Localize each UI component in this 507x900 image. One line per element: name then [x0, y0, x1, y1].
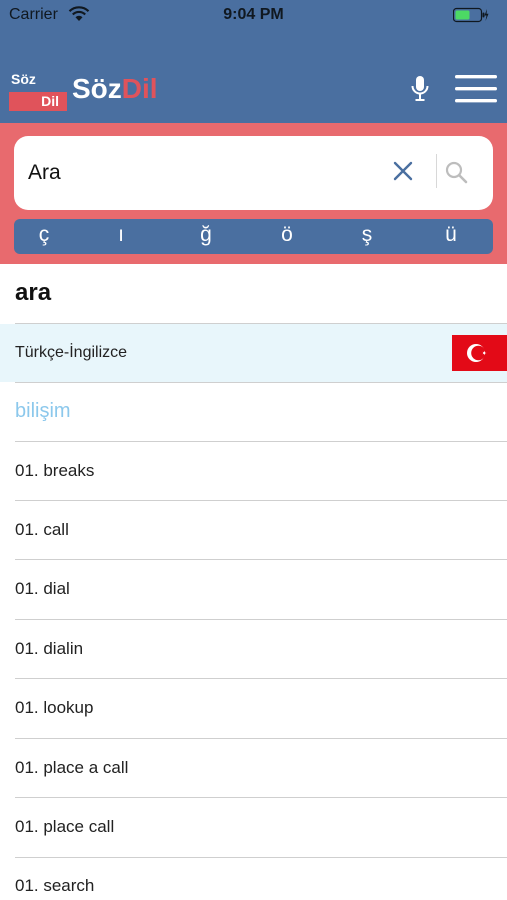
microphone-icon[interactable] [409, 74, 431, 104]
divider [15, 382, 507, 383]
category-label: bilişim [15, 400, 71, 422]
search-divider [436, 154, 437, 188]
translation-item[interactable]: 01. place a call [15, 758, 128, 778]
search-input[interactable] [28, 161, 358, 185]
translation-item[interactable]: 01. call [15, 520, 69, 540]
translation-item[interactable]: 01. dial [15, 579, 70, 599]
app-wordmark: SözDil [72, 73, 158, 105]
battery-icon [453, 7, 489, 23]
wordmark-part2: Dil [121, 73, 158, 104]
divider [15, 678, 507, 679]
search-area: ç ı ğ ö ş ü [0, 123, 507, 264]
translation-item[interactable]: 01. breaks [15, 461, 94, 481]
logo-text-top: Söz [11, 71, 36, 87]
divider [15, 738, 507, 739]
divider [15, 797, 507, 798]
turkey-flag-icon [452, 335, 507, 371]
status-bar: Carrier 9:04 PM [0, 0, 507, 30]
letter-key[interactable]: ü [431, 219, 471, 254]
close-icon[interactable] [392, 160, 414, 182]
letter-key[interactable]: ç [24, 219, 64, 254]
language-pair-label: Türkçe-İngilizce [15, 344, 128, 361]
headword: ara [15, 279, 52, 306]
hamburger-menu-icon[interactable] [455, 74, 497, 104]
divider [15, 500, 507, 501]
translation-item[interactable]: 01. search [15, 876, 94, 896]
header-bar: Carrier 9:04 PM Söz Dil SözDil [0, 0, 507, 123]
divider [15, 559, 507, 560]
translation-item[interactable]: 01. place call [15, 817, 114, 837]
letter-key[interactable]: ö [267, 219, 307, 254]
app-logo: Söz Dil [9, 71, 67, 111]
language-pair-row[interactable]: Türkçe-İngilizce [0, 324, 507, 382]
logo-text-bottom: Dil [9, 92, 67, 111]
divider [15, 857, 507, 858]
special-letters-bar: ç ı ğ ö ş ü [14, 219, 493, 254]
letter-key[interactable]: ı [101, 219, 141, 254]
translation-item[interactable]: 01. dialin [15, 639, 83, 659]
divider [15, 441, 507, 442]
letter-key[interactable]: ş [347, 219, 387, 254]
search-box [14, 136, 493, 210]
wordmark-part1: Söz [72, 73, 122, 104]
divider [15, 619, 507, 620]
translation-item[interactable]: 01. lookup [15, 698, 93, 718]
search-icon[interactable] [444, 160, 468, 184]
letter-key[interactable]: ğ [186, 219, 226, 254]
clock: 9:04 PM [223, 6, 284, 23]
